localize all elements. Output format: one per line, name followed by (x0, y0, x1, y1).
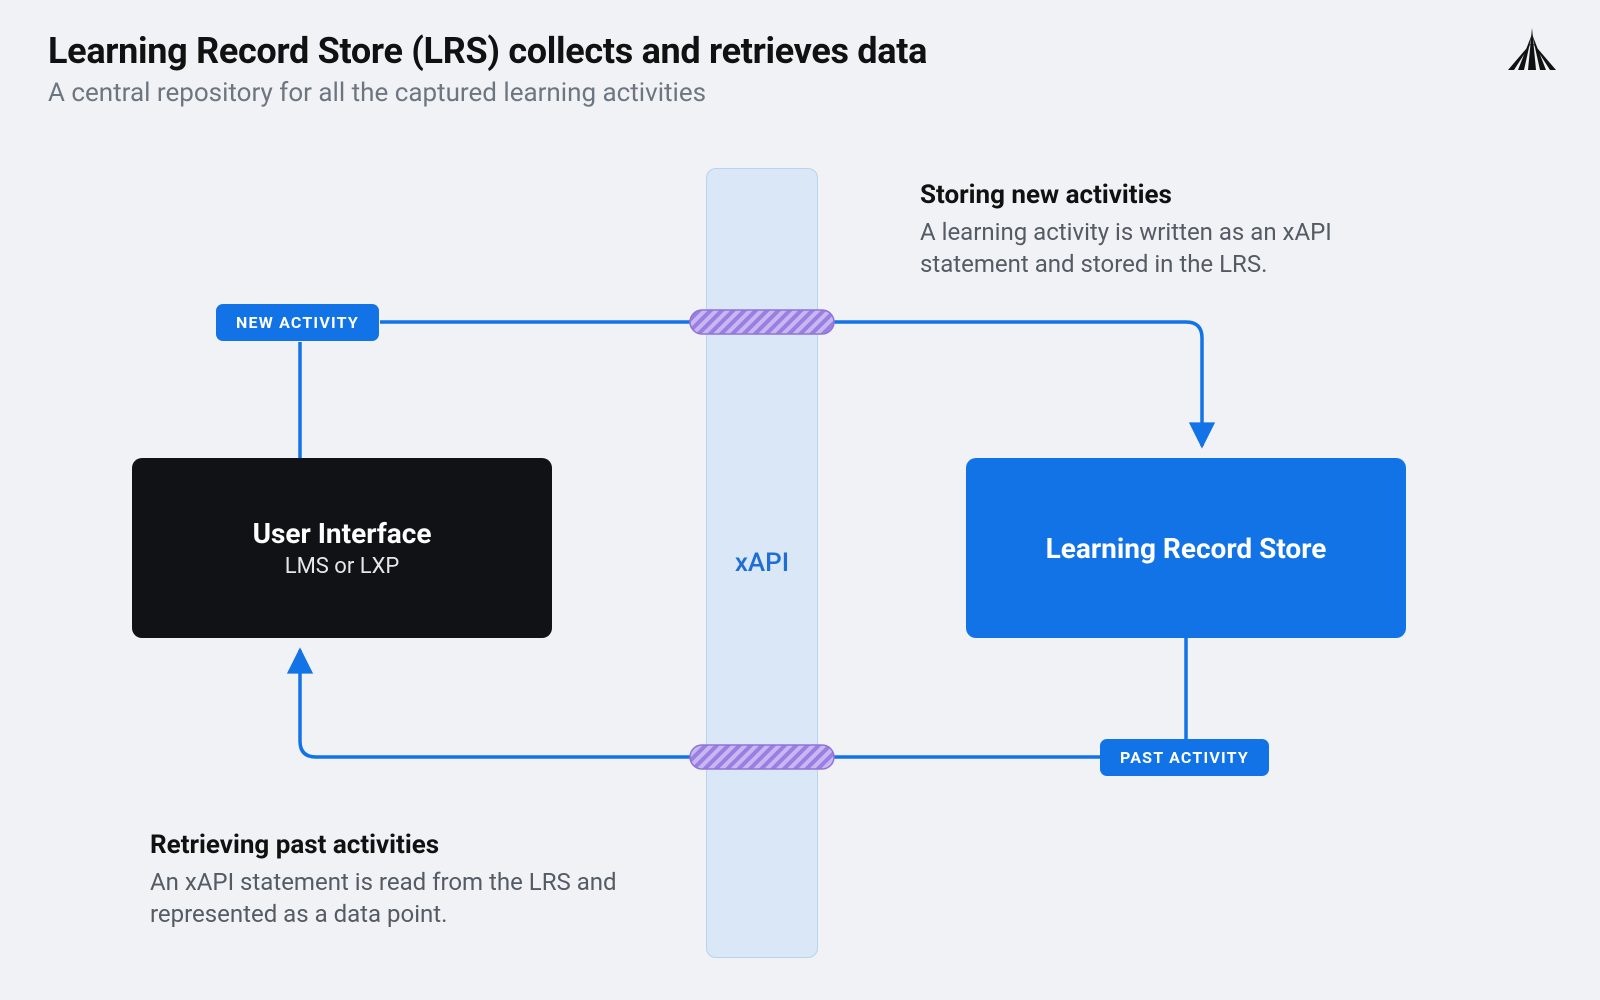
retrieving-note-body: An xAPI statement is read from the LRS a… (150, 866, 630, 931)
new-activity-pill: NEW ACTIVITY (216, 304, 379, 341)
retrieving-note-title: Retrieving past activities (150, 830, 630, 860)
user-interface-box-subtitle: LMS or LXP (285, 554, 400, 579)
xapi-column (706, 168, 818, 958)
diagram-canvas: xAPI User Interface LMS or LXP Learning … (0, 0, 1600, 1000)
user-interface-box: User Interface LMS or LXP (132, 458, 552, 638)
storing-note-body: A learning activity is written as an xAP… (920, 216, 1420, 281)
storing-note: Storing new activities A learning activi… (920, 180, 1420, 281)
learning-record-store-box: Learning Record Store (966, 458, 1406, 638)
retrieving-note: Retrieving past activities An xAPI state… (150, 830, 630, 931)
learning-record-store-box-title: Learning Record Store (1046, 532, 1327, 565)
storing-note-title: Storing new activities (920, 180, 1420, 210)
user-interface-box-title: User Interface (253, 517, 432, 550)
past-activity-pill: PAST ACTIVITY (1100, 739, 1269, 776)
